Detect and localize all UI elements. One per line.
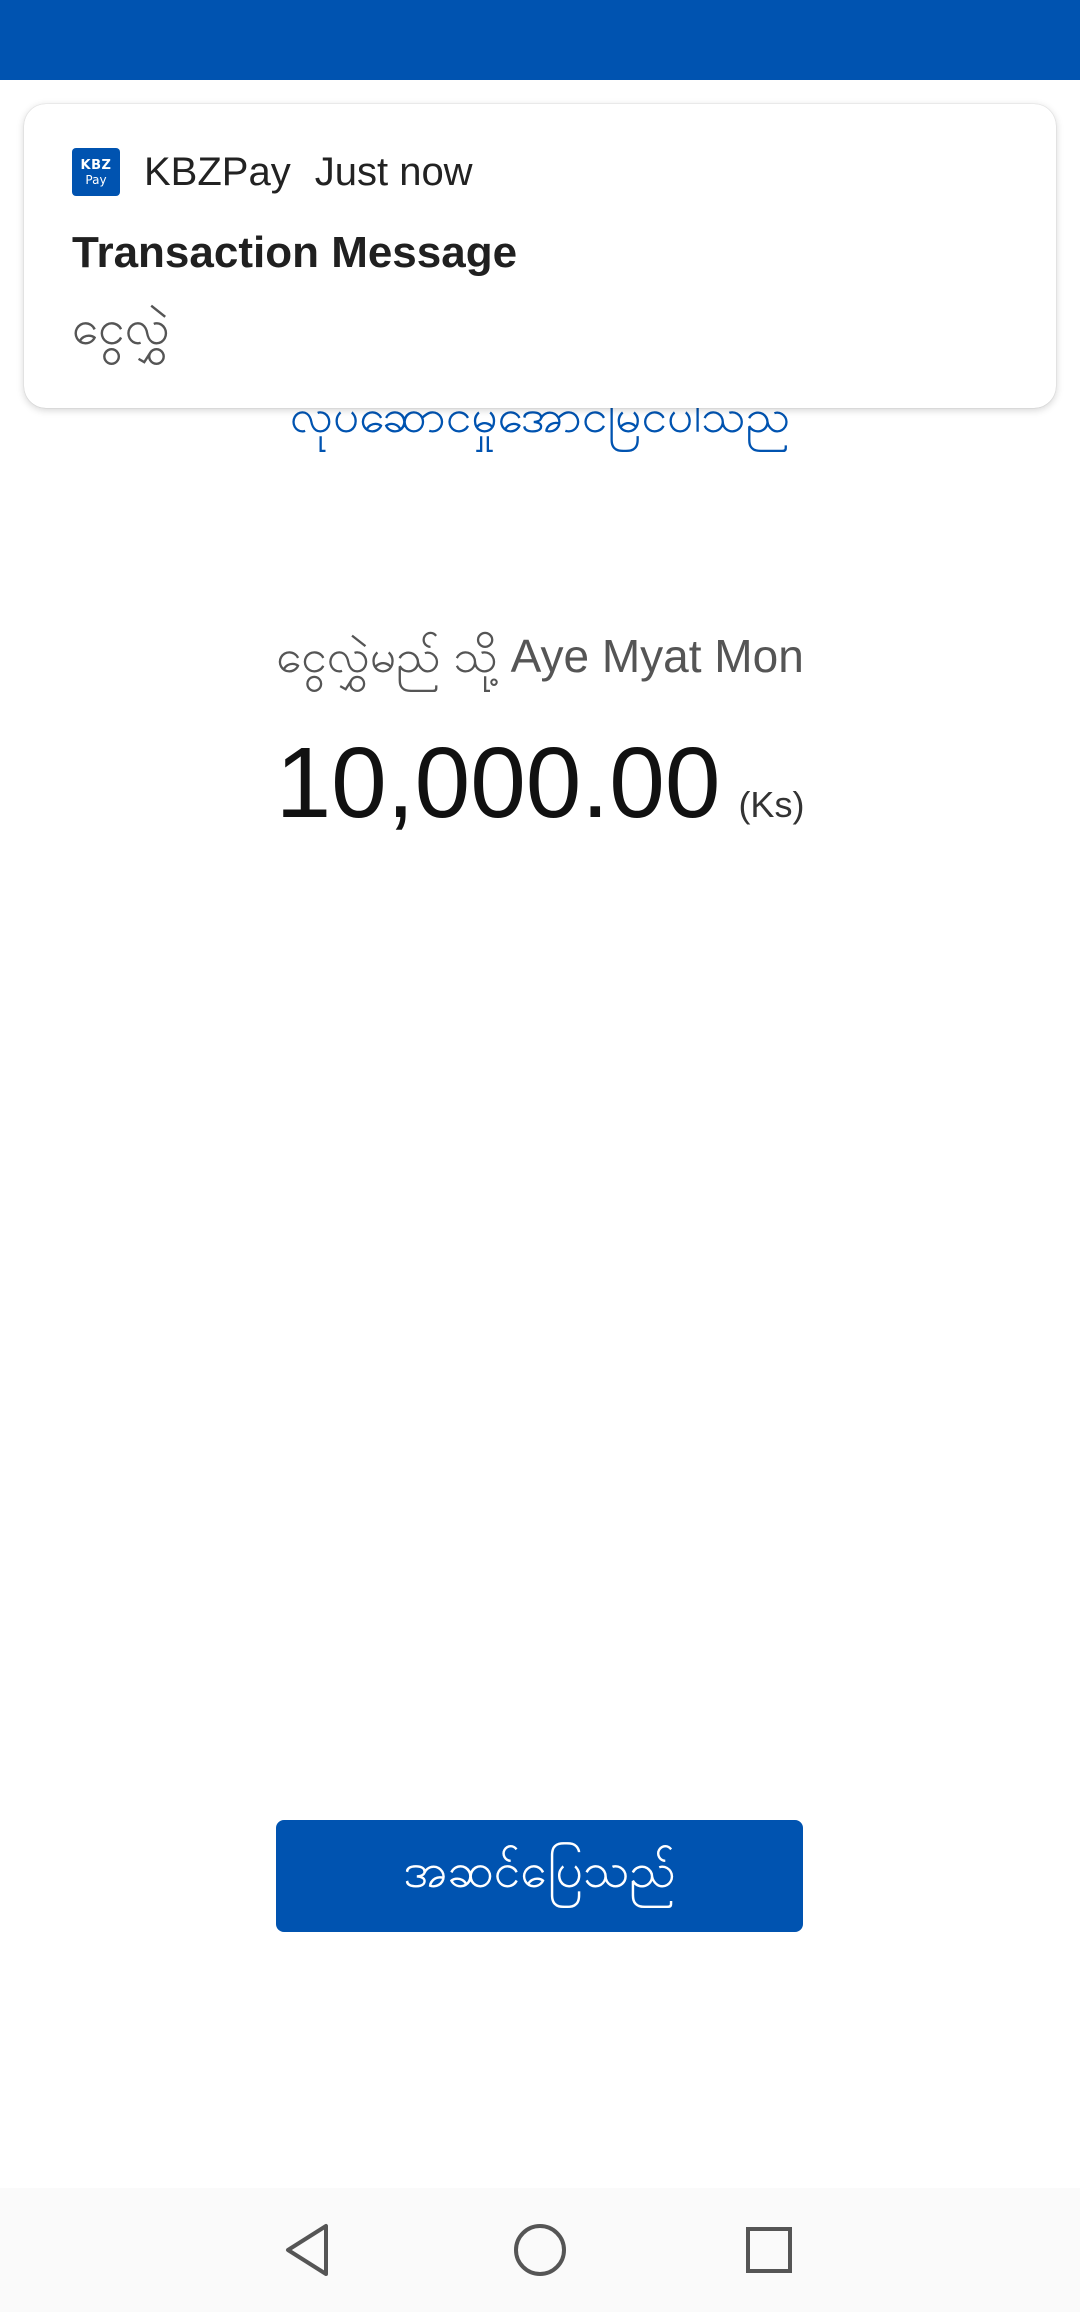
kbzpay-app-icon: KBZ Pay bbox=[72, 148, 120, 196]
amount-row: 10,000.00 (Ks) bbox=[0, 726, 1080, 841]
recents-button[interactable] bbox=[721, 2202, 817, 2298]
notification-app-name: KBZPay bbox=[144, 149, 291, 194]
recents-square-icon bbox=[746, 2227, 792, 2273]
notification-header: KBZ Pay KBZPay Just now bbox=[72, 140, 473, 204]
home-circle-icon bbox=[514, 2224, 566, 2276]
currency-label: (Ks) bbox=[738, 784, 805, 825]
back-triangle-icon bbox=[286, 2224, 328, 2276]
back-button[interactable] bbox=[260, 2202, 356, 2298]
app-icon-text-top: KBZ bbox=[80, 157, 112, 173]
transfer-recipient-text: ငွေလွှဲမည် သို့ Aye Myat Mon bbox=[276, 630, 804, 682]
notification-body: ငွေလွှဲ bbox=[72, 302, 170, 355]
notification-time: Just now bbox=[314, 149, 473, 194]
system-navigation-bar bbox=[0, 2188, 1080, 2312]
top-app-bar bbox=[0, 0, 1080, 80]
app-icon-text-bottom: Pay bbox=[85, 172, 107, 187]
notification-title: Transaction Message bbox=[72, 228, 518, 277]
screen: လုပ်ဆောင်မှုအောင်မြင်ပါသည် KBZ Pay KBZPa… bbox=[0, 0, 1080, 2312]
heads-up-notification[interactable]: KBZ Pay KBZPay Just now Transaction Mess… bbox=[24, 104, 1056, 408]
home-button[interactable] bbox=[492, 2202, 588, 2298]
transfer-amount: 10,000.00 bbox=[275, 727, 721, 839]
done-button[interactable]: အဆင်ပြေသည် bbox=[276, 1820, 803, 1932]
